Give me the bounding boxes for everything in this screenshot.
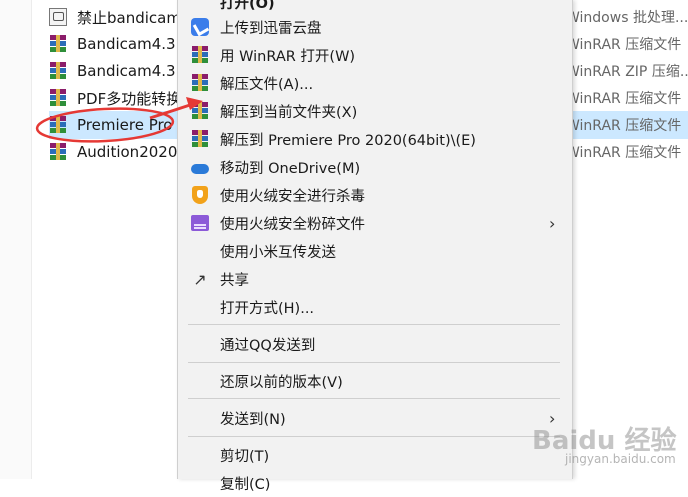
menu-item-label: 移动到 OneDrive(M) <box>220 160 361 177</box>
menu-item-label: 解压到 Premiere Pro 2020(64bit)\(E) <box>220 132 476 149</box>
winrar-icon <box>190 45 210 65</box>
menu-item-label: 复制(C) <box>220 476 271 493</box>
winrar-icon <box>49 35 69 53</box>
menu-item-extract-to-folder[interactable]: 解压到 Premiere Pro 2020(64bit)\(E) <box>178 125 572 153</box>
menu-item-open-with[interactable]: 打开方式(H)... <box>178 293 572 321</box>
batch-file-icon <box>49 8 69 26</box>
winrar-icon <box>49 143 69 161</box>
menu-item-xiaomi-share[interactable]: 使用小米互传发送 <box>178 237 572 265</box>
winrar-icon <box>49 116 69 134</box>
file-type: WinRAR ZIP 压缩... <box>566 64 688 80</box>
file-name: Bandicam4.3 <box>77 62 176 80</box>
file-type: WinRAR 压缩文件 <box>566 91 682 107</box>
menu-item-label: 打开方式(H)... <box>220 300 315 317</box>
file-type: WinRAR 压缩文件 <box>566 111 688 139</box>
shredder-icon <box>190 213 210 233</box>
winrar-icon <box>190 73 210 93</box>
menu-item-open-with-winrar[interactable]: 用 WinRAR 打开(W) <box>178 41 572 69</box>
menu-item-upload-xunlei[interactable]: 上传到迅雷云盘 <box>178 13 572 41</box>
share-icon: ↗ <box>193 269 207 289</box>
winrar-icon <box>49 89 69 107</box>
menu-item-label: 使用小米互传发送 <box>220 244 336 261</box>
file-type: Windows 批处理... <box>566 10 688 26</box>
baidu-watermark-url: jingyan.baidu.com <box>565 452 676 466</box>
file-name: 禁止bandicam <box>77 8 181 27</box>
menu-item-label: 打开(O) <box>220 0 275 12</box>
menu-item-share[interactable]: ↗ 共享 <box>178 265 572 293</box>
menu-item-label: 用 WinRAR 打开(W) <box>220 48 356 65</box>
xunlei-icon <box>190 17 210 37</box>
menu-separator <box>188 436 560 437</box>
menu-item-restore-previous[interactable]: 还原以前的版本(V) <box>178 367 572 395</box>
file-name: PDF多功能转换 <box>77 89 182 108</box>
menu-item-label: 发送到(N) <box>220 411 286 428</box>
file-name: Audition2020 <box>77 143 178 161</box>
file-type: WinRAR 压缩文件 <box>566 37 682 53</box>
onedrive-icon <box>190 157 210 177</box>
menu-item-cut[interactable]: 剪切(T) <box>178 441 572 469</box>
menu-separator <box>188 362 560 363</box>
menu-item-extract-here[interactable]: 解压到当前文件夹(X) <box>178 97 572 125</box>
file-name: Premiere Pro <box>77 116 173 134</box>
menu-item-label: 共享 <box>220 272 249 289</box>
menu-separator <box>188 398 560 399</box>
menu-item-extract-files[interactable]: 解压文件(A)... <box>178 69 572 97</box>
winrar-icon <box>190 101 210 121</box>
menu-item-huorong-scan[interactable]: 使用火绒安全进行杀毒 <box>178 181 572 209</box>
navigation-pane-edge <box>0 0 32 479</box>
menu-item-label: 还原以前的版本(V) <box>220 374 343 391</box>
winrar-icon <box>49 62 69 80</box>
menu-item-label: 使用火绒安全进行杀毒 <box>220 188 365 205</box>
menu-item-label: 解压到当前文件夹(X) <box>220 104 358 121</box>
menu-item-label: 使用火绒安全粉碎文件 <box>220 216 365 233</box>
menu-separator <box>188 324 560 325</box>
huorong-shield-icon <box>190 185 210 205</box>
menu-item-copy[interactable]: 复制(C) <box>178 469 572 497</box>
menu-item-label: 解压文件(A)... <box>220 76 314 93</box>
chevron-right-icon: › <box>549 213 556 233</box>
file-type: WinRAR 压缩文件 <box>566 145 682 161</box>
file-name: Bandicam4.3 <box>77 35 176 53</box>
menu-item-label: 通过QQ发送到 <box>220 337 316 354</box>
menu-item-send-via-qq[interactable]: 通过QQ发送到 <box>178 330 572 358</box>
menu-item-label: 上传到迅雷云盘 <box>220 20 322 37</box>
menu-item-move-onedrive[interactable]: 移动到 OneDrive(M) <box>178 153 572 181</box>
winrar-icon <box>190 129 210 149</box>
menu-item-label: 剪切(T) <box>220 448 270 465</box>
menu-item-send-to[interactable]: 发送到(N) › <box>178 404 572 432</box>
context-menu: 打开(O) 上传到迅雷云盘 用 WinRAR 打开(W) 解压文件(A)... … <box>177 0 573 493</box>
menu-item-huorong-shred[interactable]: 使用火绒安全粉碎文件 › <box>178 209 572 237</box>
